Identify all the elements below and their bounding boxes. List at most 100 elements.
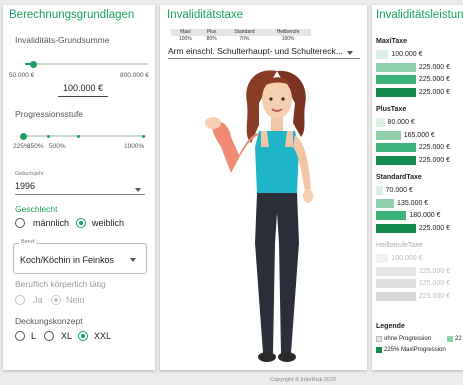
progression-tick [77, 134, 80, 138]
concept-l-radio[interactable] [15, 331, 25, 341]
concept-l-label: L [31, 331, 37, 341]
legend-label: 22 [455, 336, 462, 342]
progression-slider[interactable] [19, 132, 146, 140]
sum-max-label: 800.000 € [120, 72, 149, 79]
hand-shape [303, 189, 313, 203]
progression-tick-label: 350% [27, 143, 44, 150]
body-figure-illustration [205, 70, 313, 362]
birth-year-select[interactable]: 1996 [15, 181, 145, 195]
panel-title: Invaliditätsleistung [376, 9, 463, 21]
panel-title: Invaliditätstaxe [167, 9, 244, 21]
gender-male-label: männlich [33, 218, 70, 228]
gender-male-radio[interactable] [15, 218, 25, 228]
physical-work-label: Beruflich körperlich tätig [15, 279, 106, 289]
tarif-heading: HeilberufeTaxe [376, 242, 423, 249]
job-label: Beruf [19, 239, 37, 245]
physical-no-radio[interactable] [51, 295, 61, 305]
shoe-shape [278, 352, 296, 362]
benefit-bar-value: 225.000 € [418, 280, 451, 287]
legend-heading: Legende [376, 323, 405, 330]
legend-label: 225% MaxiProgression [384, 347, 446, 353]
benefit-bar [376, 254, 389, 263]
hand-shape [205, 117, 221, 129]
benefit-bar [376, 279, 416, 288]
progression-label: Progressionsstufe [15, 109, 84, 119]
physical-yes-label: Ja [33, 295, 43, 305]
benefit-bar [376, 130, 401, 140]
benefit-bar [376, 186, 383, 195]
leggings-shape [255, 193, 299, 353]
physical-no-label: Nein [66, 295, 85, 305]
benefit-bar [376, 118, 385, 127]
gender-heading: Geschlecht [15, 204, 58, 214]
benefit-bar-value: 225.000 € [418, 76, 451, 83]
benefit-bar-value: 100.000 € [391, 255, 423, 262]
benefit-bar-value: 180.000 € [409, 212, 441, 219]
neck-shape [271, 117, 283, 131]
progression-tick-label: 500% [49, 143, 66, 150]
benefit-bar-value: 225.000 € [418, 88, 451, 96]
tarif-heading: StandardTaxe [376, 174, 422, 181]
table-cell: 70% [239, 35, 250, 42]
concept-xxl-radio[interactable] [78, 331, 88, 341]
progression-tick-label: 1000% [124, 143, 145, 150]
benefit-bar-value: 225.000 € [418, 144, 451, 151]
benefit-bar [376, 87, 416, 97]
tarif-heading: MaxiTaxe [376, 38, 407, 45]
benefit-bar [376, 62, 416, 72]
legend-swatch [376, 336, 382, 342]
birth-year-label: Geburtsjahr [15, 171, 44, 177]
benefit-bar-value: 80.000 € [387, 119, 415, 126]
benefit-bar-value: 225.000 € [418, 292, 451, 300]
benefit-bar [376, 75, 416, 84]
gender-female-radio[interactable] [76, 218, 86, 228]
progression-slider-thumb[interactable] [19, 132, 27, 140]
chevron-down-icon [130, 258, 136, 262]
table-cell: 100% [281, 35, 295, 42]
benefit-bar-value: 225.000 € [418, 267, 451, 275]
body-part-value: Arm einschl. Schulterhaupt- und Schulter… [168, 46, 343, 56]
body-part-select[interactable]: Arm einschl. Schulterhaupt- und Schulter… [168, 46, 360, 59]
disability-benefit-panel: Invaliditätsleistung MaxiTaxe 100.000 € 22… [372, 5, 463, 370]
shoe-shape [258, 352, 276, 362]
sum-value-input[interactable]: 100.000 € [58, 83, 108, 97]
tarif-heading: PlusTaxe [376, 106, 407, 113]
benefit-bar-value: 135.000 € [397, 199, 429, 207]
benefit-bar [376, 155, 416, 165]
benefit-bar-value: 225.000 € [418, 156, 451, 164]
benefit-bar-value: 225.000 € [418, 63, 451, 71]
concept-xl-label: XL [61, 331, 73, 341]
benefit-bar-value: 70.000 € [385, 187, 413, 194]
benefit-bar-value: 165.000 € [403, 131, 435, 139]
job-value: Koch/Köchin in Feinkos [20, 255, 115, 265]
birth-year-value: 1996 [15, 181, 36, 191]
progression-tick [142, 134, 145, 138]
benefit-bar [376, 143, 416, 152]
chevron-down-icon [347, 51, 353, 55]
progression-tick [47, 134, 50, 138]
sum-slider-thumb[interactable] [29, 60, 37, 68]
benefit-bar [376, 266, 416, 276]
benefit-bar [376, 50, 389, 59]
calculation-basis-panel: Berechnungsgrundlagen Invaliditäts-Grund… [3, 5, 155, 370]
benefit-bar [376, 211, 407, 220]
benefit-bar-value: 100.000 € [391, 51, 423, 58]
sum-min-label: 50.000 € [9, 72, 35, 79]
concept-xxl-label: XXL [94, 331, 112, 341]
table-cell: 100% [178, 35, 192, 42]
legend-swatch [376, 347, 382, 353]
legend-swatch [447, 336, 453, 342]
benefit-bar [376, 198, 395, 208]
disability-scale-panel: Invaliditätstaxe Maxi Plus Standard Heil… [160, 5, 367, 370]
sum-slider[interactable] [25, 60, 148, 68]
benefit-bar [376, 291, 416, 301]
physical-yes-radio[interactable] [15, 295, 25, 305]
face-shape [262, 79, 292, 119]
eye-shape [281, 97, 285, 101]
sum-slider-label: Invaliditäts-Grundsumme [15, 35, 110, 45]
scale-table: Maxi Plus Standard Heilberufe 100% 80% 7… [171, 29, 311, 42]
chevron-down-icon [135, 188, 141, 192]
concept-xl-radio[interactable] [44, 331, 54, 341]
eye-shape [269, 97, 273, 101]
benefit-bar [376, 223, 416, 233]
